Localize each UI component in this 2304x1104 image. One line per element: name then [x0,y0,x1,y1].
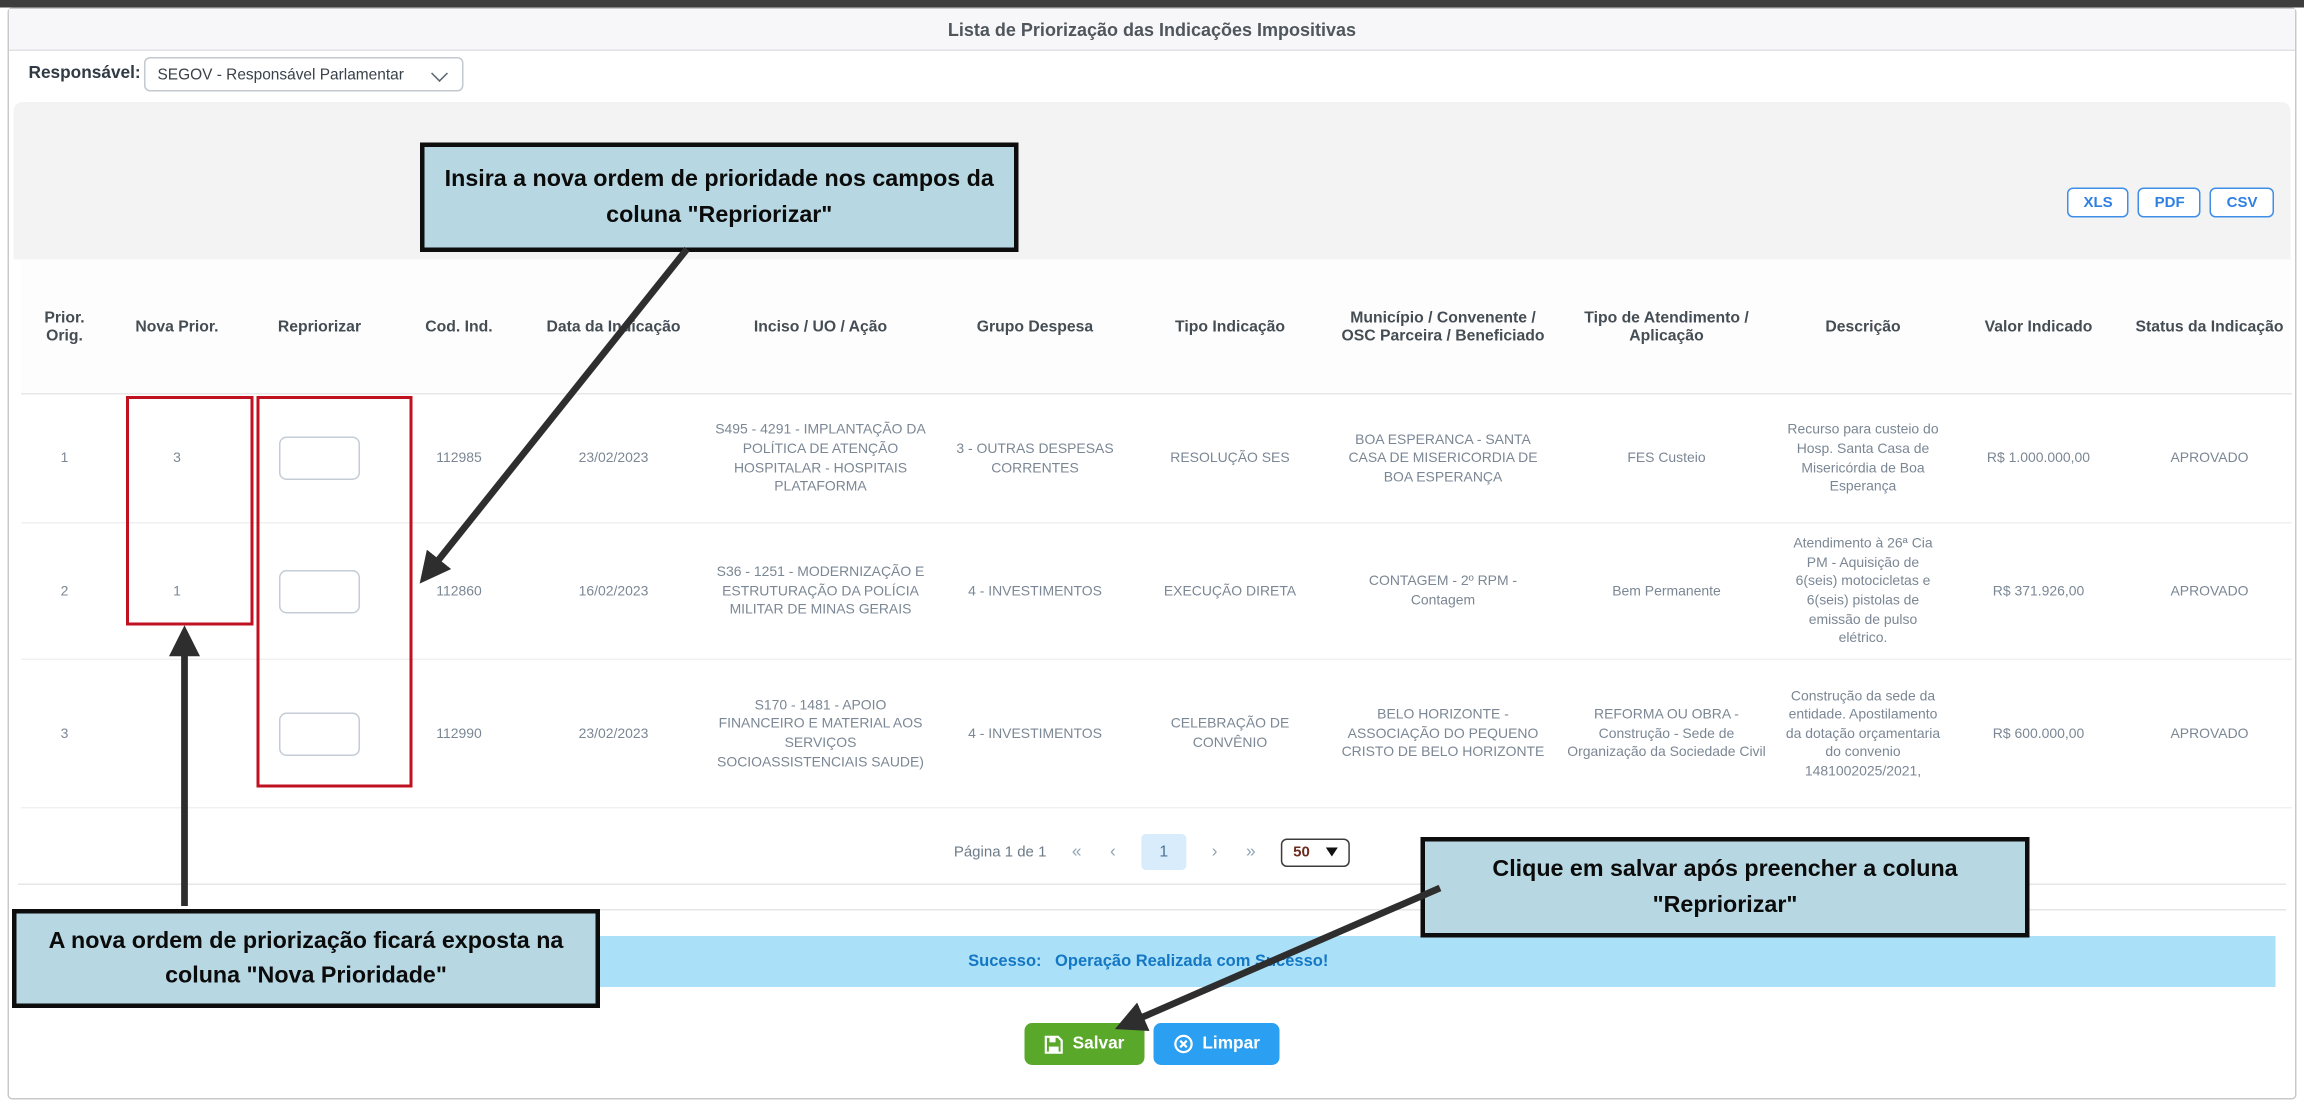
app-window: Lista de Priorização das Indicações Impo… [0,0,2304,1104]
annotation-callout-right: Clique em salvar após preencher a coluna… [1421,837,2030,938]
export-pdf-button[interactable]: PDF [2138,188,2201,218]
pagination-first-button[interactable]: « [1069,843,1085,861]
cell-atendimento: Bem Permanente [1557,523,1776,660]
success-alert-message: Operação Realizada com Sucesso! [1055,953,1328,971]
col-header-valor: Valor Indicado [1950,260,2127,394]
annotation-callout-top: Insira a nova ordem de prioridade nos ca… [420,143,1019,253]
cell-data-indicacao: 23/02/2023 [525,659,702,808]
col-header-status: Status da Indicação [2127,260,2292,394]
cell-status: APROVADO [2127,394,2292,523]
cell-municipio: CONTAGEM - 2º RPM - Contagem [1329,523,1557,660]
pagination-current-page[interactable]: 1 [1141,834,1186,870]
export-xls-button[interactable]: XLS [2067,188,2129,218]
chevron-down-icon [431,65,448,82]
page-size-select[interactable]: 50 [1281,838,1350,867]
responsavel-selected-value: SEGOV - Responsável Parlamentar [158,68,404,85]
cell-cod-ind: 112860 [393,523,525,660]
repriorizar-input[interactable] [279,437,360,481]
cell-descricao: Atendimento à 26ª Cia PM - Aquisição de … [1776,523,1950,660]
cell-status: APROVADO [2127,523,2292,660]
repriorizar-input[interactable] [279,569,360,613]
responsavel-row: Responsável: SEGOV - Responsável Parlame… [9,50,2295,101]
col-header-repriorizar: Repriorizar [246,260,393,394]
cell-repriorizar [246,523,393,660]
cell-grupo-despesa: 3 - OUTRAS DESPESAS CORRENTES [939,394,1131,523]
col-header-descricao: Descrição [1776,260,1950,394]
circle-x-icon [1172,1034,1193,1055]
cell-valor: R$ 600.000,00 [1950,659,2127,808]
annotation-callout-left: A nova ordem de priorização ficará expos… [12,909,600,1008]
cell-data-indicacao: 16/02/2023 [525,523,702,660]
col-header-prior-orig: Prior. Orig. [21,260,108,394]
cell-grupo-despesa: 4 - INVESTIMENTOS [939,659,1131,808]
window-top-strip [0,0,2304,8]
col-header-grupo-despesa: Grupo Despesa [939,260,1131,394]
col-header-cod-ind: Cod. Ind. [393,260,525,394]
export-csv-button[interactable]: CSV [2210,188,2274,218]
table-row: 3 112990 23/02/2023 S170 - 1481 - APOIO … [21,659,2292,808]
col-header-tipo-indicacao: Tipo Indicação [1131,260,1329,394]
cell-prior-orig: 2 [21,523,108,660]
cell-tipo-indicacao: CELEBRAÇÃO DE CONVÊNIO [1131,659,1329,808]
cell-tipo-indicacao: EXECUÇÃO DIRETA [1131,523,1329,660]
cell-inciso: S170 - 1481 - APOIO FINANCEIRO E MATERIA… [702,659,939,808]
col-header-municipio: Município / Convenente / OSC Parceira / … [1329,260,1557,394]
cell-atendimento: REFORMA OU OBRA - Construção - Sede de O… [1557,659,1776,808]
cell-status: APROVADO [2127,659,2292,808]
cell-municipio: BOA ESPERANCA - SANTA CASA DE MISERICORD… [1329,394,1557,523]
save-button-label: Salvar [1073,1035,1125,1053]
cell-nova-prior [108,659,246,808]
col-header-data-indicacao: Data da Indicação [525,260,702,394]
cell-cod-ind: 112990 [393,659,525,808]
clear-button[interactable]: Limpar [1153,1023,1280,1065]
cell-inciso: S36 - 1251 - MODERNIZAÇÃO E ESTRUTURAÇÃO… [702,523,939,660]
pagination-label: Página 1 de 1 [954,844,1047,861]
table-toolbar [14,102,2291,260]
cell-tipo-indicacao: RESOLUÇÃO SES [1131,394,1329,523]
repriorizar-input[interactable] [279,712,360,756]
cell-inciso: S495 - 4291 - IMPLANTAÇÃO DA POLÍTICA DE… [702,394,939,523]
col-header-atendimento: Tipo de Atendimento / Aplicação [1557,260,1776,394]
cell-repriorizar [246,394,393,523]
chevron-down-icon [1326,848,1338,857]
cell-descricao: Construção da sede da entidade. Apostila… [1776,659,1950,808]
cell-descricao: Recurso para custeio do Hosp. Santa Casa… [1776,394,1950,523]
table-row: 2 1 112860 16/02/2023 S36 - 1251 - MODER… [21,523,2292,660]
cell-prior-orig: 1 [21,394,108,523]
cell-prior-orig: 3 [21,659,108,808]
cell-nova-prior: 1 [108,523,246,660]
col-header-nova-prior: Nova Prior. [108,260,246,394]
cell-cod-ind: 112985 [393,394,525,523]
priorization-table: Prior. Orig. Nova Prior. Repriorizar Cod… [21,260,2292,809]
col-header-inciso: Inciso / UO / Ação [702,260,939,394]
table-header-row: Prior. Orig. Nova Prior. Repriorizar Cod… [21,260,2292,394]
export-buttons: XLS PDF CSV [2067,188,2274,218]
pagination-last-button[interactable]: » [1243,843,1259,861]
responsavel-label: Responsável: [29,65,141,83]
pagination-next-button[interactable]: › [1209,843,1221,861]
success-alert-prefix: Sucesso: [968,953,1041,971]
cell-valor: R$ 371.926,00 [1950,523,2127,660]
cell-repriorizar [246,659,393,808]
page-size-value: 50 [1293,844,1310,861]
cell-valor: R$ 1.000.000,00 [1950,394,2127,523]
cell-atendimento: FES Custeio [1557,394,1776,523]
clear-button-label: Limpar [1202,1035,1260,1053]
save-button[interactable]: Salvar [1025,1023,1144,1065]
action-buttons: Salvar Limpar [9,1023,2295,1065]
cell-municipio: BELO HORIZONTE - ASSOCIAÇÃO DO PEQUENO C… [1329,659,1557,808]
responsavel-select[interactable]: SEGOV - Responsável Parlamentar [144,57,464,92]
cell-nova-prior: 3 [108,394,246,523]
pagination: Página 1 de 1 « ‹ 1 › » 50 [954,834,1350,870]
table-row: 1 3 112985 23/02/2023 S495 - 4291 - IMPL… [21,394,2292,523]
cell-data-indicacao: 23/02/2023 [525,394,702,523]
floppy-disk-icon [1044,1034,1064,1054]
cell-grupo-despesa: 4 - INVESTIMENTOS [939,523,1131,660]
page-title: Lista de Priorização das Indicações Impo… [9,9,2295,51]
pagination-prev-button[interactable]: ‹ [1107,843,1119,861]
